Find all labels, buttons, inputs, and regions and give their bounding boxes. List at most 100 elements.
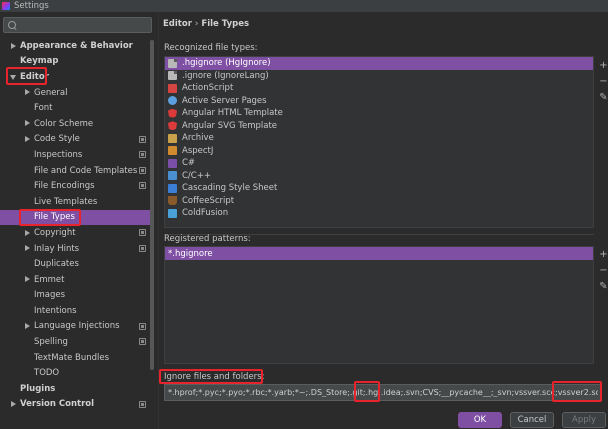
- chevron-down-icon[interactable]: [10, 74, 16, 80]
- title-bar: Settings: [0, 0, 608, 12]
- file-type-label: Active Server Pages: [182, 95, 267, 106]
- project-settings-icon: [139, 244, 146, 252]
- ang-file-icon: [168, 108, 177, 118]
- recognized-types-toolbar: + − ✎: [598, 60, 608, 108]
- sidebar-item-spelling[interactable]: Spelling: [0, 334, 150, 350]
- file-types-panel: Editor › File Types Recognized file types:…: [158, 12, 608, 429]
- sidebar-item-keymap[interactable]: Keymap: [0, 54, 150, 70]
- add-pattern-button[interactable]: +: [598, 249, 608, 260]
- file-type-row[interactable]: .ignore (IgnoreLang): [165, 70, 593, 83]
- sidebar-item-inspections[interactable]: Inspections: [0, 147, 150, 163]
- chevron-right-icon[interactable]: [25, 276, 30, 283]
- settings-tree: Appearance & Behavior Keymap Editor General…: [0, 38, 150, 412]
- css-file-icon: [168, 183, 177, 193]
- chevron-right-icon[interactable]: [25, 136, 30, 143]
- window-title: Settings: [14, 1, 49, 11]
- file-type-row[interactable]: AspectJ: [165, 145, 593, 158]
- sidebar-item-label: Inspections: [34, 149, 83, 160]
- sidebar-item-font[interactable]: Font: [0, 100, 150, 116]
- chevron-right-icon[interactable]: [11, 42, 16, 49]
- sidebar-item-images[interactable]: Images: [0, 288, 150, 304]
- file-type-label: Cascading Style Sheet: [182, 183, 278, 194]
- file-type-row[interactable]: CoffeeScript: [165, 195, 593, 208]
- sidebar-item-live-templates[interactable]: Live Templates: [0, 194, 150, 210]
- dialog-buttons: OK Cancel Apply: [0, 405, 608, 429]
- recognized-types-list[interactable]: .hgignore (HgIgnore) .ignore (IgnoreLang)…: [164, 56, 594, 228]
- sidebar-item-intentions[interactable]: Intentions: [0, 303, 150, 319]
- aspectj-file-icon: [168, 146, 177, 156]
- sidebar-item-file-types[interactable]: File Types: [0, 209, 150, 226]
- sidebar-item-duplicates[interactable]: Duplicates: [0, 256, 150, 272]
- ignore-files-input[interactable]: [164, 384, 602, 401]
- sidebar-item-language-injections[interactable]: Language Injections: [0, 319, 150, 335]
- sidebar-item-editor[interactable]: Editor: [0, 69, 150, 85]
- settings-search[interactable]: [3, 17, 152, 33]
- patterns-toolbar: + − ✎: [598, 249, 608, 297]
- sidebar-scrollbar[interactable]: [150, 40, 154, 370]
- edit-pattern-button[interactable]: ✎: [598, 281, 608, 292]
- edit-file-type-button[interactable]: ✎: [598, 92, 608, 103]
- chevron-right-icon[interactable]: [25, 323, 30, 330]
- file-type-label: Angular SVG Template: [182, 120, 278, 131]
- breadcrumb-separator: ›: [194, 19, 199, 29]
- file-type-row[interactable]: Active Server Pages: [165, 95, 593, 108]
- sidebar-item-appearance-behavior[interactable]: Appearance & Behavior: [0, 38, 150, 54]
- file-type-label: Archive: [182, 133, 214, 144]
- cancel-button[interactable]: Cancel: [510, 412, 554, 428]
- sidebar-item-label: TextMate Bundles: [34, 352, 110, 363]
- remove-file-type-button[interactable]: −: [598, 76, 608, 87]
- sidebar-item-label: Images: [34, 290, 66, 301]
- sidebar-item-label: Keymap: [20, 56, 59, 67]
- sidebar-item-textmate-bundles[interactable]: TextMate Bundles: [0, 350, 150, 366]
- search-input[interactable]: [20, 19, 151, 31]
- chevron-right-icon[interactable]: [25, 120, 30, 127]
- file-type-row[interactable]: .hgignore (HgIgnore): [165, 57, 593, 70]
- sidebar-item-todo[interactable]: TODO: [0, 365, 150, 381]
- sidebar-item-label: Editor: [20, 71, 49, 82]
- file-type-row[interactable]: C#: [165, 157, 593, 170]
- project-settings-icon: [139, 151, 146, 159]
- sidebar-item-copyright[interactable]: Copyright: [0, 225, 150, 241]
- breadcrumb-current: File Types: [201, 19, 250, 29]
- sidebar-item-general[interactable]: General: [0, 85, 150, 101]
- sidebar-item-inlay-hints[interactable]: Inlay Hints: [0, 241, 150, 257]
- file-type-label: .hgignore (HgIgnore): [182, 58, 271, 69]
- file-type-row[interactable]: Angular HTML Template: [165, 107, 593, 120]
- add-file-type-button[interactable]: +: [598, 60, 608, 71]
- sidebar-item-label: Intentions: [34, 305, 77, 316]
- sidebar-item-code-style[interactable]: Code Style: [0, 132, 150, 148]
- ok-button[interactable]: OK: [458, 412, 502, 428]
- file-type-row[interactable]: ActionScript: [165, 82, 593, 95]
- chevron-right-icon[interactable]: [25, 89, 30, 96]
- file-type-row[interactable]: Archive: [165, 132, 593, 145]
- archive-file-icon: [168, 133, 177, 143]
- file-type-row[interactable]: Angular SVG Template: [165, 120, 593, 133]
- file-type-row[interactable]: C/C++: [165, 170, 593, 183]
- chevron-right-icon[interactable]: [25, 245, 30, 252]
- file-type-row[interactable]: Cascading Style Sheet: [165, 182, 593, 195]
- sidebar-item-label: Copyright: [34, 227, 76, 238]
- apply-button[interactable]: Apply: [562, 412, 606, 428]
- app-icon: [2, 2, 10, 10]
- sidebar-item-file-and-code-templates[interactable]: File and Code Templates: [0, 163, 150, 179]
- sidebar-item-plugins[interactable]: Plugins: [0, 381, 150, 397]
- sidebar-item-emmet[interactable]: Emmet: [0, 272, 150, 288]
- project-settings-icon: [139, 229, 146, 237]
- sidebar-item-label: File Types: [34, 212, 75, 223]
- csharp-file-icon: [168, 158, 177, 168]
- sidebar-item-label: Font: [34, 103, 53, 114]
- sidebar-item-color-scheme[interactable]: Color Scheme: [0, 116, 150, 132]
- file-type-row[interactable]: ColdFusion: [165, 207, 593, 220]
- project-settings-icon: [139, 182, 146, 190]
- file-type-label: CoffeeScript: [182, 195, 235, 206]
- sidebar-item-label: File and Code Templates: [34, 165, 138, 176]
- registered-patterns-list[interactable]: *.hgignore: [164, 246, 594, 364]
- file-type-label: AspectJ: [182, 145, 214, 156]
- coffee-file-icon: [168, 196, 177, 206]
- pattern-label: *.hgignore: [168, 248, 213, 259]
- pattern-row[interactable]: *.hgignore: [165, 247, 593, 260]
- chevron-right-icon[interactable]: [25, 229, 30, 236]
- sidebar-item-file-encodings[interactable]: File Encodings: [0, 178, 150, 194]
- asp-file-icon: [168, 96, 177, 106]
- remove-pattern-button[interactable]: −: [598, 265, 608, 276]
